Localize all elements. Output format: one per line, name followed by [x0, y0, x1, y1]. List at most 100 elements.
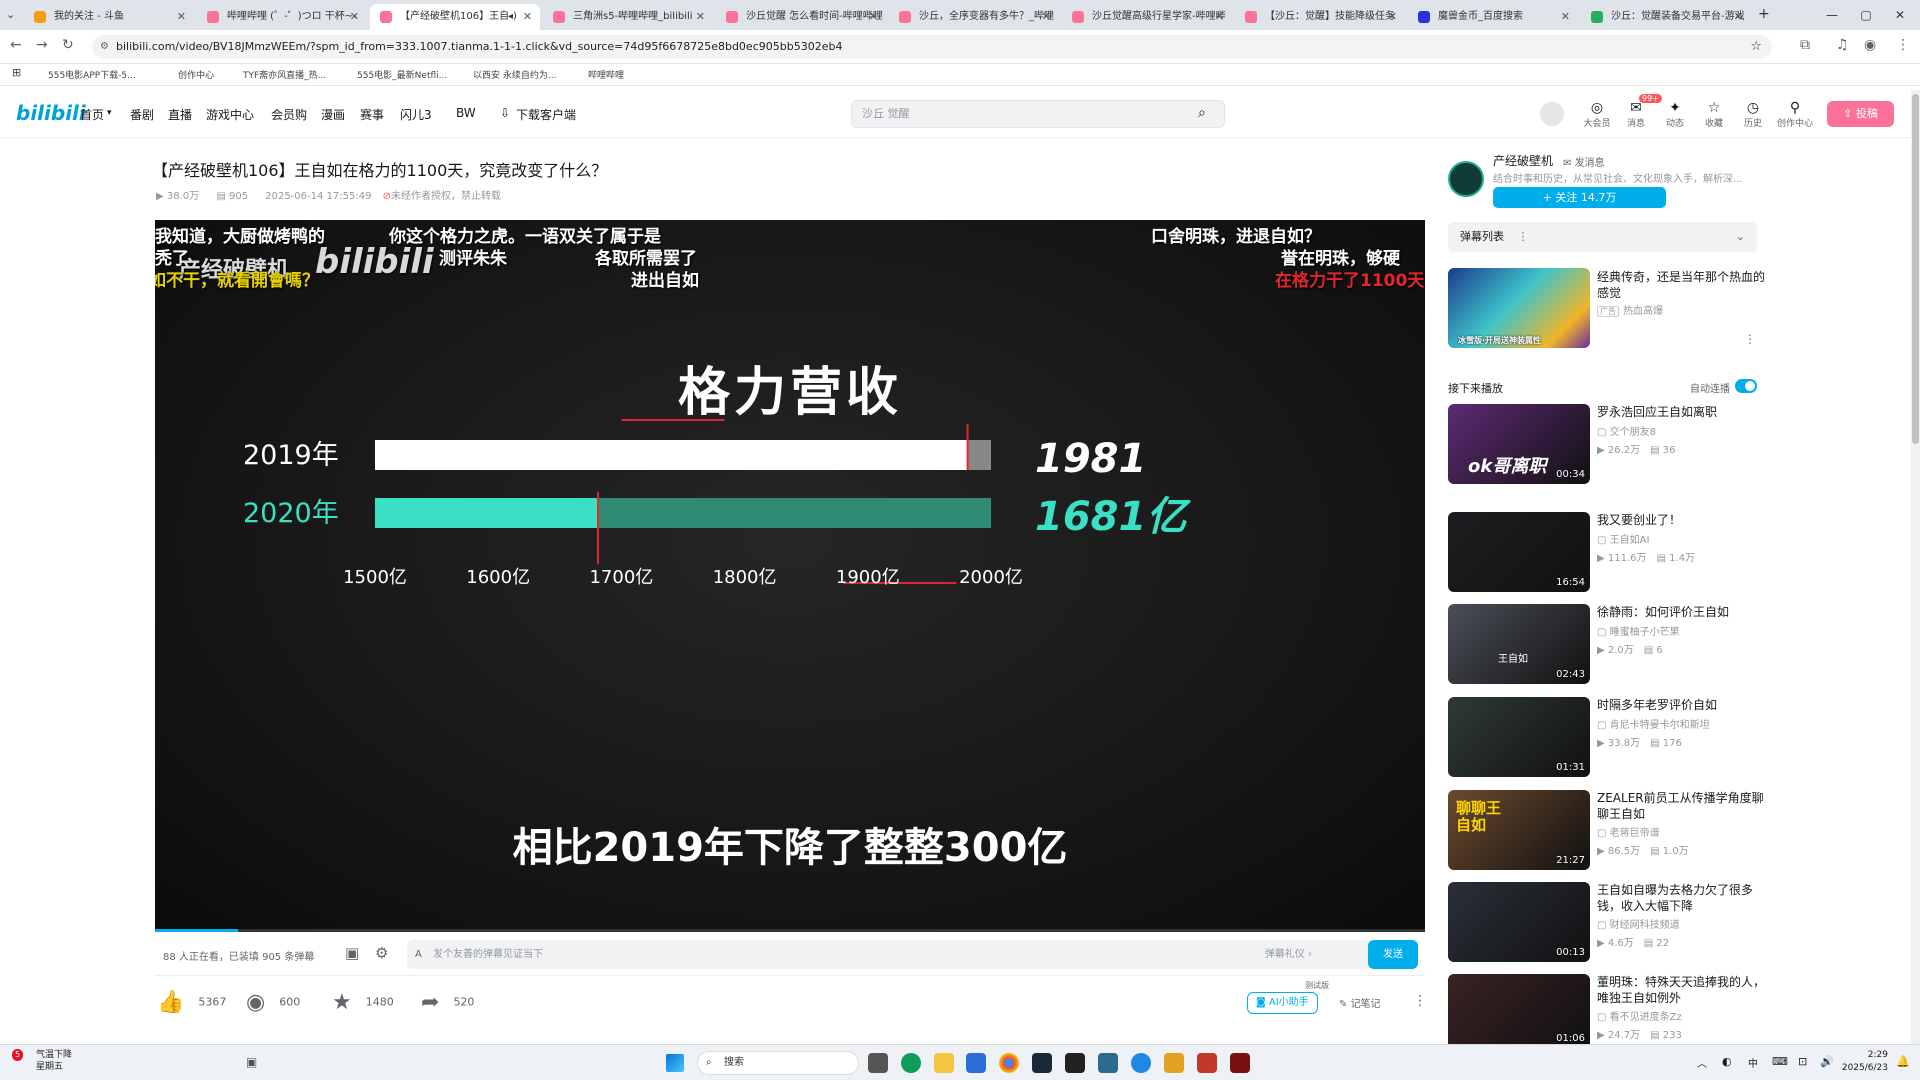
video-thumbnail[interactable]: 聊聊王自如 21:27 [1448, 790, 1590, 870]
danmaku-etiquette-link[interactable]: 弹幕礼仪 › [1265, 940, 1312, 969]
bookmark-item[interactable]: 哔哩哔哩 [588, 68, 624, 81]
browser-tab[interactable]: 沙丘觉醒 怎么看时间-哔哩哔哩 ✕ [716, 4, 886, 30]
danmaku-list-more-icon[interactable]: ⋮ [1518, 230, 1529, 243]
widgets-icon[interactable]: ▣ [246, 1055, 257, 1069]
follow-button[interactable]: + 关注 14.7万 [1493, 187, 1666, 208]
chrome-icon[interactable] [999, 1053, 1019, 1073]
vpn-app-icon[interactable] [1131, 1053, 1151, 1073]
start-button[interactable] [666, 1054, 684, 1072]
browser-tab[interactable]: 沙丘：觉醒装备交易平台-游戏 ✕ [1581, 4, 1751, 30]
browser-tab[interactable]: 我的关注 - 斗鱼 ✕ [24, 4, 194, 30]
search-icon[interactable]: ⌕ [1198, 105, 1206, 121]
chevron-down-icon[interactable]: ⌄ [1736, 222, 1745, 252]
browser-tab[interactable]: 魔兽金币_百度搜索 ✕ [1408, 4, 1578, 30]
browser-tab-active[interactable]: 【产经破壁机106】王自 ◂) ✕ [370, 4, 540, 30]
uploader-link[interactable]: ▢ 看不见进度条Zz [1597, 1008, 1682, 1023]
tray-chevron-icon[interactable]: ︿ [1697, 1055, 1707, 1070]
tab-close-icon[interactable]: ✕ [1561, 4, 1570, 30]
video-thumbnail[interactable]: 01:06 [1448, 974, 1590, 1044]
uploader-link[interactable]: ▢ 老蒋巨帝谱 [1597, 824, 1660, 839]
tp-app-icon[interactable] [1065, 1053, 1085, 1073]
nav-anime[interactable]: 番剧 [130, 106, 154, 123]
task-view-icon[interactable] [868, 1053, 888, 1073]
notification-icon[interactable]: 🔔 [1896, 1055, 1910, 1068]
font-style-icon[interactable]: A [415, 940, 422, 969]
browser-tab[interactable]: 三角洲s5-哔哩哔哩_bilibili ✕ [543, 4, 713, 30]
profile-icon[interactable]: ◉ [1864, 37, 1876, 53]
steam-icon[interactable] [1032, 1053, 1052, 1073]
tab-close-icon[interactable]: ✕ [1388, 4, 1397, 30]
new-tab-button[interactable]: + [1758, 6, 1770, 22]
upload-button[interactable]: ⇪ 投稿 [1827, 101, 1894, 127]
search-input[interactable]: 沙丘 觉醒 [851, 100, 1225, 128]
tab-close-icon[interactable]: ✕ [1215, 4, 1224, 30]
store-icon[interactable] [966, 1053, 986, 1073]
top-history[interactable]: ◷ 历史 [1736, 100, 1770, 129]
tab-close-icon[interactable]: ✕ [696, 4, 705, 30]
video-thumbnail[interactable]: 王自如 02:43 [1448, 604, 1590, 684]
nav-download-client[interactable]: 下载客户端 [516, 106, 576, 123]
page-scrollbar[interactable] [1911, 90, 1920, 1044]
owl-app-icon[interactable] [1164, 1053, 1184, 1073]
recommendation-title[interactable]: ZEALER前员工从传播学角度聊聊王自如 [1597, 790, 1767, 822]
reload-icon[interactable]: ↻ [62, 37, 74, 53]
ad-thumbnail[interactable]: 冰雪版·开局送神装属性 [1448, 268, 1590, 348]
nav-game-center[interactable]: 游戏中心 [206, 106, 254, 123]
top-vip[interactable]: ◎ 大会员 [1580, 100, 1614, 129]
send-danmaku-button[interactable]: 发送 [1368, 940, 1418, 969]
uploader-link[interactable]: ▢ 王自如AI [1597, 531, 1649, 546]
site-info-icon[interactable]: ⚙ [100, 35, 109, 59]
ai-assistant-button[interactable]: ◙ AI小助手 [1247, 992, 1318, 1014]
ad-more-icon[interactable]: ⋮ [1744, 332, 1756, 346]
tab-close-icon[interactable]: ✕ [1042, 4, 1051, 30]
video-thumbnail[interactable]: ok哥离职 00:34 [1448, 404, 1590, 484]
like-button[interactable]: 👍 5367 [157, 990, 226, 1015]
nav-manga[interactable]: 漫画 [321, 106, 345, 123]
recommendation-title[interactable]: 时隔多年老罗评价自如 [1597, 697, 1767, 713]
video-thumbnail[interactable]: 01:31 [1448, 697, 1590, 777]
url-field[interactable]: ⚙ bilibili.com/video/BV18JMmzWEEm/?spm_i… [92, 35, 1772, 59]
bilibili-logo[interactable]: bilibili [16, 101, 86, 125]
nav-bw[interactable]: BW [456, 106, 476, 120]
clock[interactable]: 2:29 2025/6/23 [1840, 1049, 1888, 1075]
media-control-icon[interactable]: ♫ [1836, 37, 1849, 53]
autoplay-toggle[interactable] [1735, 379, 1757, 393]
recommendation-title[interactable]: 王自如自曝为去格力欠了很多钱，收入大幅下降 [1597, 882, 1767, 914]
danmaku-settings-icon[interactable]: ⚙ [375, 944, 388, 962]
nav-esports[interactable]: 赛事 [360, 106, 384, 123]
nav-event[interactable]: 闪儿3 [400, 106, 432, 123]
recommendation-title[interactable]: 罗永浩回应王自如离职 [1597, 404, 1767, 420]
weather-widget[interactable]: 5 气温下降 星期五 [12, 1049, 72, 1073]
uploader-link[interactable]: ▢ 交个朋友8 [1597, 423, 1656, 438]
recommendation-title[interactable]: 徐静雨：如何评价王自如 [1597, 604, 1767, 620]
more-options-icon[interactable]: ⋮ [1413, 993, 1427, 1009]
favorite-button[interactable]: ★ 1480 [332, 990, 394, 1015]
top-favorite[interactable]: ☆ 收藏 [1697, 100, 1731, 129]
top-creator[interactable]: ⚲ 创作中心 [1775, 100, 1815, 129]
network-icon[interactable]: ⊡ [1798, 1055, 1807, 1068]
scrollbar-thumb[interactable] [1912, 94, 1919, 444]
browser-tab[interactable]: 【沙丘：觉醒】技能降级任务 ✕ [1235, 4, 1405, 30]
nav-mall[interactable]: 会员购 [271, 106, 307, 123]
tab-audio-icon[interactable]: ◂) [508, 4, 517, 30]
uploader-link[interactable]: ▢ 财经网科技频道 [1597, 916, 1680, 931]
taskbar-search[interactable]: ⌕ 搜索 [697, 1051, 859, 1075]
ime-icon[interactable]: ⌨ [1772, 1055, 1788, 1068]
recommendation-title[interactable]: 我又要创业了！ [1597, 512, 1767, 528]
top-message[interactable]: ✉ 消息 99+ [1619, 94, 1662, 129]
bookmark-item[interactable]: TYF斋亦风直播_热... [243, 68, 326, 81]
bookmark-item[interactable]: 555电影APP下载-5... [48, 68, 136, 81]
extensions-icon[interactable]: ⧉ [1800, 37, 1810, 53]
tray-app-icon[interactable]: ◐ [1722, 1055, 1732, 1068]
browser-tab[interactable]: 沙丘，全序变器有多牛？_哔哩 ✕ [889, 4, 1059, 30]
danmaku-input[interactable]: A 发个友善的弹幕见证当下 弹幕礼仪 › [407, 940, 1372, 969]
tab-close-icon[interactable]: ✕ [869, 4, 878, 30]
back-icon[interactable]: ← [10, 37, 22, 53]
nav-home[interactable]: 首页 [80, 106, 104, 123]
bookmark-item[interactable]: 创作中心 [178, 68, 214, 81]
danmaku-list-header[interactable]: 弹幕列表 ⋮ ⌄ [1448, 222, 1757, 252]
g-app-icon[interactable] [1197, 1053, 1217, 1073]
file-explorer-icon[interactable] [934, 1053, 954, 1073]
edge-icon[interactable] [901, 1053, 921, 1073]
tab-search-icon[interactable]: ⌄ [6, 8, 15, 21]
